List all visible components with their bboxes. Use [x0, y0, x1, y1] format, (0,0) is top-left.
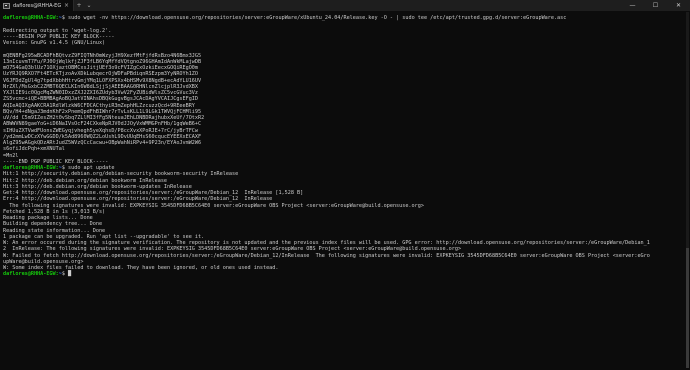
terminal-tab[interactable]: daflores@RHHA-EGW: ~ × — [0, 0, 74, 11]
command-text: sudo apt update — [68, 165, 115, 171]
tab-title: daflores@RHHA-EGW: ~ — [13, 2, 61, 9]
minimize-button[interactable]: — — [621, 2, 644, 9]
maximize-button[interactable]: ☐ — [644, 2, 667, 9]
prompt-user: daflores@RHHA-EGW — [3, 15, 56, 21]
prompt-user: daflores@RHHA-EGW — [3, 271, 56, 278]
tab-close-icon[interactable]: × — [64, 2, 69, 9]
chevron-down-icon[interactable]: ⌄ — [84, 2, 94, 9]
terminal-icon — [3, 2, 10, 9]
command-text: sudo wget -nv https://download.opensuse.… — [68, 15, 567, 21]
prompt-user: daflores@RHHA-EGW — [3, 165, 56, 171]
prompt-line: daflores@RHHA-EGW:~$ █ — [3, 271, 686, 277]
terminal-output[interactable]: daflores@RHHA-EGW:~$ sudo wget -nv https… — [3, 15, 686, 370]
scrollbar[interactable] — [686, 12, 689, 368]
output-line: W: Failed to fetch http://download.opens… — [3, 252, 650, 259]
scrollbar-thumb[interactable] — [686, 248, 689, 368]
window-controls: — ☐ ✕ — [621, 2, 690, 9]
close-window-button[interactable]: ✕ — [667, 2, 690, 9]
cursor: █ — [68, 271, 72, 278]
new-tab-button[interactable]: + — [74, 2, 84, 9]
title-bar: daflores@RHHA-EGW: ~ × + ⌄ — ☐ ✕ — [0, 0, 690, 11]
